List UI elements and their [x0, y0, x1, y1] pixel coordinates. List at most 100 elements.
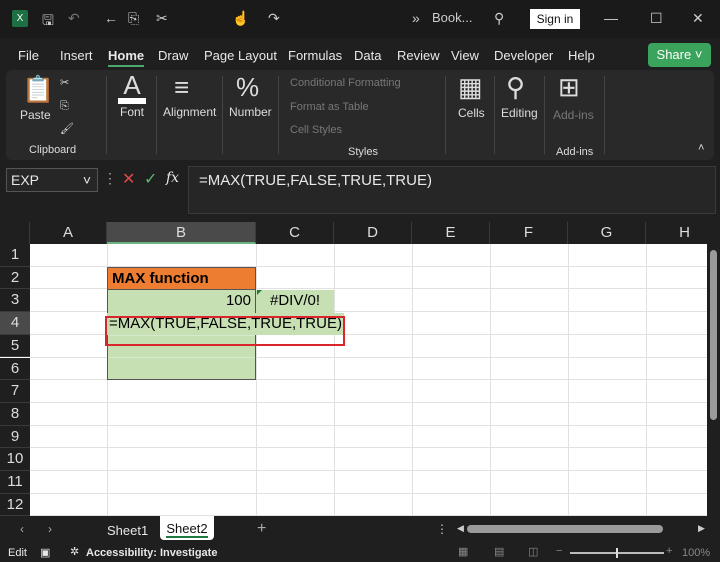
alignment-button[interactable]: Alignment	[163, 105, 216, 119]
cells-icon[interactable]: ▦	[458, 72, 483, 103]
column-header-a[interactable]: A	[30, 222, 107, 244]
alignment-icon[interactable]: ≡	[174, 72, 189, 103]
chevron-down-icon[interactable]: ˅	[83, 169, 91, 191]
scroll-left-icon[interactable]: ◀	[457, 523, 464, 534]
row-header-6[interactable]: 6	[0, 357, 30, 381]
select-all[interactable]	[0, 222, 30, 244]
cut-icon[interactable]: ✂	[60, 76, 69, 89]
row-header-4[interactable]: 4	[0, 312, 30, 335]
row-header-1[interactable]: 1	[0, 244, 30, 267]
formula-input[interactable]: =MAX(TRUE,FALSE,TRUE,TRUE)	[188, 166, 716, 214]
sheet-tab-sheet2[interactable]: Sheet2	[160, 516, 214, 540]
page-break-view-icon[interactable]: ◫	[528, 545, 538, 558]
tab-draw[interactable]: Draw	[158, 48, 188, 63]
zoom-out-button[interactable]: −	[556, 545, 562, 557]
close-button[interactable]: ✕	[692, 10, 704, 27]
addins-icon[interactable]: ⊞	[558, 72, 580, 103]
tab-view[interactable]: View	[451, 48, 479, 63]
collapse-ribbon-icon[interactable]: ˄	[698, 142, 704, 154]
tab-help[interactable]: Help	[568, 48, 595, 63]
scroll-thumb[interactable]	[710, 250, 717, 420]
macro-icon[interactable]: ▣	[40, 546, 50, 559]
cells-button[interactable]: Cells	[458, 106, 485, 120]
prev-sheet-icon[interactable]: ‹	[20, 522, 24, 536]
row-header-11[interactable]: 11	[0, 471, 30, 494]
column-header-b[interactable]: B	[107, 222, 256, 244]
column-header-g[interactable]: G	[568, 222, 646, 244]
row-header-3[interactable]: 3	[0, 289, 30, 313]
spreadsheet-grid[interactable]: A B C D E F G H 1 2 3 4 5 6 7 8 9 10 11 12 MAX func…	[0, 222, 707, 516]
tab-home[interactable]: Home	[108, 48, 145, 67]
tab-file[interactable]: File	[18, 48, 39, 63]
add-sheet-button[interactable]: +	[257, 520, 266, 538]
more-options-icon[interactable]: ⋮	[103, 170, 117, 187]
column-header-h[interactable]: H	[646, 222, 707, 244]
font-button[interactable]: Font	[120, 105, 144, 119]
touch-icon[interactable]: ☝	[232, 10, 249, 27]
column-header-f[interactable]: F	[490, 222, 568, 244]
sign-in-button[interactable]: Sign in	[530, 9, 580, 29]
search-icon[interactable]: ⚲	[494, 10, 504, 27]
format-as-table-button[interactable]: Format as Table	[290, 101, 369, 113]
normal-view-icon[interactable]: ▦	[458, 545, 468, 558]
scroll-right-icon[interactable]: ▶	[698, 523, 705, 534]
row-header-5[interactable]: 5	[0, 334, 30, 358]
undo-icon[interactable]: ↶	[68, 10, 80, 27]
font-icon[interactable]: A	[118, 72, 146, 104]
cell-c3[interactable]: #DIV/0!	[256, 290, 334, 313]
row-header-9[interactable]: 9	[0, 425, 30, 449]
cancel-icon[interactable]: ✕	[122, 169, 135, 189]
tab-insert[interactable]: Insert	[60, 48, 93, 63]
name-box[interactable]: EXP ˅	[6, 168, 98, 192]
zoom-in-button[interactable]: +	[666, 545, 672, 557]
more-icon[interactable]: »	[412, 10, 420, 26]
accessibility-status[interactable]: Accessibility: Investigate	[86, 547, 217, 559]
row-header-2[interactable]: 2	[0, 266, 30, 290]
paste-button[interactable]: Paste	[20, 108, 51, 122]
number-button[interactable]: Number	[229, 105, 272, 119]
zoom-level[interactable]: 100%	[682, 547, 710, 559]
row-header-7[interactable]: 7	[0, 380, 30, 403]
row-header-10[interactable]: 10	[0, 448, 30, 471]
page-layout-view-icon[interactable]: ▤	[494, 545, 504, 558]
row-header-8[interactable]: 8	[0, 402, 30, 426]
cut-icon[interactable]: ✂	[156, 10, 168, 27]
search-icon[interactable]: ⚲	[506, 72, 525, 103]
sheet-tab-sheet1[interactable]: Sheet1	[107, 523, 148, 538]
column-header-e[interactable]: E	[412, 222, 490, 244]
tab-formulas[interactable]: Formulas	[288, 48, 342, 63]
copy-icon[interactable]: ⎘	[128, 10, 139, 27]
cell-b2[interactable]: MAX function	[107, 267, 256, 290]
next-sheet-icon[interactable]: ›	[48, 522, 52, 536]
cell-styles-button[interactable]: Cell Styles	[290, 124, 342, 136]
enter-icon[interactable]: ✓	[144, 169, 157, 189]
accessibility-icon[interactable]: ✲	[70, 545, 79, 558]
conditional-formatting-button[interactable]: Conditional Formatting	[290, 77, 401, 89]
save-icon[interactable]: 🖫	[42, 10, 54, 34]
tab-developer[interactable]: Developer	[494, 48, 553, 63]
copy-icon[interactable]: ⎘	[60, 100, 69, 113]
column-header-c[interactable]: C	[256, 222, 334, 244]
horizontal-scrollbar[interactable]	[467, 525, 663, 533]
column-header-d[interactable]: D	[334, 222, 412, 244]
maximize-button[interactable]: ☐	[650, 10, 663, 27]
zoom-slider[interactable]	[570, 548, 664, 558]
vertical-scrollbar[interactable]	[707, 222, 720, 516]
share-button[interactable]: Share ˅	[648, 43, 711, 67]
cell-b3[interactable]: 100	[107, 290, 256, 313]
insert-function-button[interactable]: fx	[166, 170, 179, 186]
tab-review[interactable]: Review	[397, 48, 440, 63]
tab-page-layout[interactable]: Page Layout	[204, 48, 277, 63]
back-icon[interactable]: ←	[104, 10, 118, 26]
addins-button[interactable]: Add-ins	[553, 108, 594, 122]
paste-icon[interactable]: 📋	[22, 74, 54, 105]
number-icon[interactable]: %	[236, 72, 259, 103]
editing-button[interactable]: Editing	[501, 106, 538, 120]
redo-icon[interactable]: ↷	[268, 10, 280, 27]
row-header-12[interactable]: 12	[0, 493, 30, 516]
minimize-button[interactable]: —	[604, 10, 618, 26]
more-options-icon[interactable]: ⋮	[436, 522, 448, 536]
mode-indicator: Edit	[8, 547, 27, 559]
tab-data[interactable]: Data	[354, 48, 381, 63]
format-painter-icon[interactable]: 🖌	[60, 122, 74, 135]
